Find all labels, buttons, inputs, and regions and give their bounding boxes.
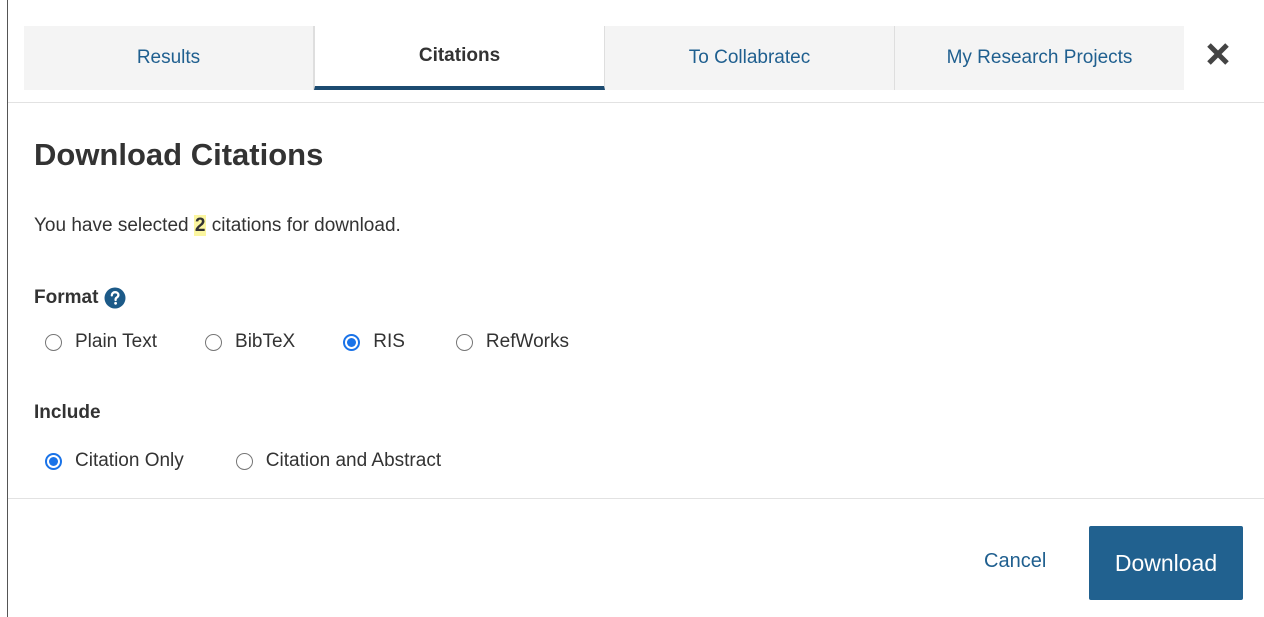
radio-label: BibTeX [235, 331, 296, 352]
radio-refworks[interactable]: RefWorks [455, 331, 569, 353]
page-title: Download Citations [34, 137, 324, 172]
header-divider [8, 102, 1264, 103]
tab-results[interactable]: Results [24, 26, 314, 90]
footer-divider [8, 498, 1264, 499]
radio-button[interactable] [45, 333, 62, 351]
download-button[interactable]: Download [1089, 526, 1243, 600]
radio-label: Citation and Abstract [265, 450, 442, 471]
radio-citation-only[interactable]: Citation Only [45, 450, 184, 472]
include-label: Include [34, 402, 101, 423]
tab-my-research-projects[interactable]: My Research Projects [895, 26, 1184, 90]
close-x-icon [1207, 43, 1229, 65]
tab-bar: Results Citations To Collabratec My Rese… [24, 26, 1184, 90]
include-section-label: Include [34, 402, 101, 424]
radio-label: RefWorks [485, 331, 569, 352]
question-circle-icon[interactable] [104, 287, 126, 309]
close-button[interactable] [1198, 34, 1238, 74]
radio-button[interactable] [455, 333, 473, 351]
radio-plain-text[interactable]: Plain Text [45, 331, 157, 353]
format-options: Plain Text BibTeX RIS RefWorks [45, 331, 569, 353]
radio-label: Plain Text [75, 331, 158, 352]
radio-bibtex[interactable]: BibTeX [205, 331, 295, 353]
selection-count: 2 [193, 215, 207, 236]
format-label: Format [34, 287, 99, 308]
radio-ris[interactable]: RIS [343, 331, 405, 353]
radio-button-checked[interactable] [343, 333, 361, 351]
radio-label: Citation Only [75, 450, 184, 471]
left-border [7, 0, 8, 617]
selection-summary: You have selected 2 citations for downlo… [34, 215, 401, 237]
radio-button[interactable] [205, 333, 223, 351]
cancel-button[interactable]: Cancel [984, 550, 1046, 573]
radio-selected-dot [49, 456, 58, 466]
download-citations-dialog: Results Citations To Collabratec My Rese… [0, 0, 1264, 617]
radio-label: RIS [373, 331, 405, 352]
selection-prefix: You have selected [34, 215, 189, 236]
radio-citation-and-abstract[interactable]: Citation and Abstract [235, 450, 442, 472]
tab-citations[interactable]: Citations [314, 26, 605, 90]
radio-button-checked[interactable] [45, 452, 62, 470]
radio-selected-dot [347, 337, 357, 347]
format-section-label: Format [34, 287, 126, 309]
tab-to-collabratec[interactable]: To Collabratec [605, 26, 895, 90]
radio-button[interactable] [235, 452, 253, 470]
include-options: Citation Only Citation and Abstract [45, 450, 441, 472]
selection-suffix: citations for download. [211, 215, 401, 236]
